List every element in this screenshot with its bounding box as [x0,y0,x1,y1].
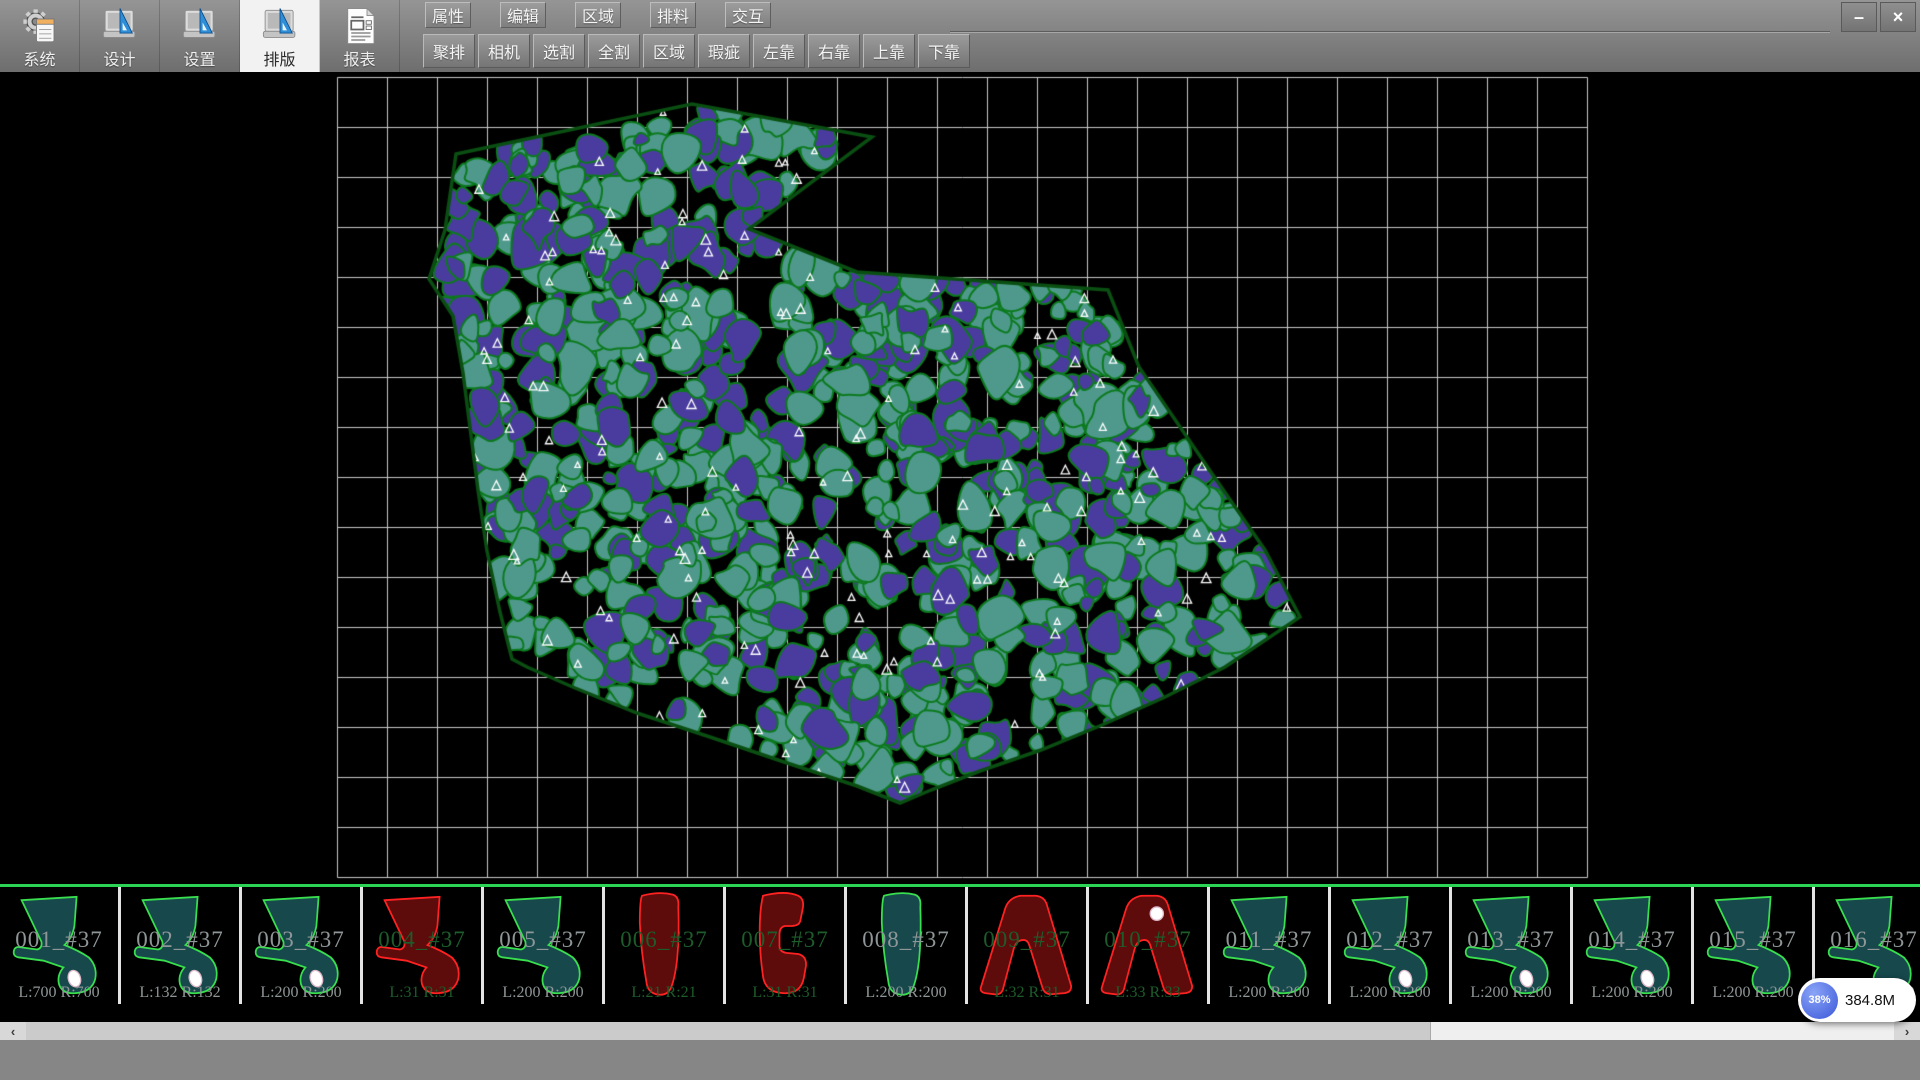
piece-name: 016_#37 [1815,927,1920,953]
piece-thumbnail[interactable]: 007_#37 L:31 R:31 [726,887,847,1004]
nav-tab-label: 系统 [23,46,55,70]
menu-bar: 属性 编辑 区域 排料 交互 [425,2,800,30]
strip-bottom-gap [0,1004,1920,1022]
nesting-canvas[interactable] [0,72,1920,884]
piece-stats: L:200 R:200 [1210,984,1328,1002]
tool-camera[interactable]: 相机 [478,34,530,68]
tool-snap-right[interactable]: 右靠 [808,34,860,68]
piece-stats: L:200 R:200 [1331,984,1449,1002]
piece-thumbnail[interactable]: 014_#37 L:200 R:200 [1573,887,1694,1004]
piece-name: 010_#37 [1089,927,1207,953]
thumbnail-scrollbar[interactable]: ‹ › [0,1022,1920,1040]
piece-stats: L:31 R:31 [726,984,844,1002]
piece-stats: L:200 R:200 [1573,984,1691,1002]
piece-name: 001_#37 [0,927,118,953]
header-groove [950,31,1830,32]
nav-tabs: 系统 设计 设置 排版 报表 [0,0,400,72]
piece-stats: L:31 R:31 [363,984,481,1002]
piece-stats: L:700 R:700 [0,984,118,1002]
piece-stats: L:21 R:21 [605,984,723,1002]
memory-badge[interactable]: 38% 384.8M [1798,978,1916,1022]
piece-thumbnail[interactable]: 002_#37 L:132 R:132 [121,887,242,1004]
memory-value: 384.8M [1845,992,1895,1009]
piece-name: 004_#37 [363,927,481,953]
piece-stats: L:200 R:200 [1452,984,1570,1002]
nav-tab-design[interactable]: 设计 [80,0,160,72]
scroll-right-button[interactable]: › [1894,1022,1920,1040]
menu-region[interactable]: 区域 [575,2,621,28]
piece-name: 015_#37 [1694,927,1812,953]
taskbar [0,1040,1920,1080]
tool-snap-left[interactable]: 左靠 [753,34,805,68]
piece-thumbnail[interactable]: 012_#37 L:200 R:200 [1331,887,1452,1004]
menu-interact[interactable]: 交互 [725,2,771,28]
minimize-button[interactable]: – [1841,2,1877,32]
nav-tab-label: 排版 [263,46,295,70]
piece-stats: L:132 R:132 [121,984,239,1002]
window-controls: – × [1841,2,1916,32]
piece-thumbnail[interactable]: 001_#37 L:700 R:700 [0,887,121,1004]
tool-cut-all[interactable]: 全割 [588,34,640,68]
piece-thumbnail[interactable]: 015_#37 L:200 R:200 [1694,887,1815,1004]
piece-name: 008_#37 [847,927,965,953]
piece-stats: L:200 R:200 [1694,984,1812,1002]
nav-tab-report[interactable]: 报表 [320,0,400,72]
app-window: 系统设计设置排版报表 属性编辑区域排料交互 聚排相机选割全割区域瑕疵左靠右靠上靠… [0,0,1920,1080]
close-button[interactable]: × [1880,2,1916,32]
nav-tab-label: 设计 [103,46,135,70]
piece-thumbnail[interactable]: 003_#37 L:200 R:200 [242,887,363,1004]
piece-thumbnail[interactable]: 005_#37 L:200 R:200 [484,887,605,1004]
tool-bar: 聚排相机选割全割区域瑕疵左靠右靠上靠下靠 [423,34,973,68]
piece-stats: L:32 R:31 [968,984,1086,1002]
piece-stats: L:200 R:200 [242,984,360,1002]
piece-name: 013_#37 [1452,927,1570,953]
piece-thumbnail[interactable]: 008_#37 L:200 R:200 [847,887,968,1004]
piece-thumbnail[interactable]: 013_#37 L:200 R:200 [1452,887,1573,1004]
piece-name: 003_#37 [242,927,360,953]
piece-stats: L:33 R:33 [1089,984,1207,1002]
piece-name: 009_#37 [968,927,1086,953]
piece-stats: L:200 R:200 [484,984,602,1002]
piece-name: 002_#37 [121,927,239,953]
piece-name: 012_#37 [1331,927,1449,953]
menu-edit[interactable]: 编辑 [500,2,546,28]
tool-select-cut[interactable]: 选割 [533,34,585,68]
piece-thumbnail[interactable]: 006_#37 L:21 R:21 [605,887,726,1004]
menu-attributes[interactable]: 属性 [425,2,471,28]
piece-name: 011_#37 [1210,927,1328,953]
nav-tab-system[interactable]: 系统 [0,0,80,72]
piece-name: 006_#37 [605,927,723,953]
design-ruler-icon [99,5,141,47]
nav-tab-settings[interactable]: 设置 [160,0,240,72]
piece-thumbnail-strip: 001_#37L:700 R:700002_#37L:132 R:132003_… [0,884,1920,1004]
design-ruler-icon [179,5,221,47]
cpu-percent-badge: 38% [1801,982,1838,1019]
piece-name: 014_#37 [1573,927,1691,953]
tool-cluster-nest[interactable]: 聚排 [423,34,475,68]
menu-nesting[interactable]: 排料 [650,2,696,28]
nav-tab-layout[interactable]: 排版 [240,0,320,72]
header-toolbar: 系统设计设置排版报表 属性编辑区域排料交互 聚排相机选割全割区域瑕疵左靠右靠上靠… [0,0,1920,73]
tool-snap-top[interactable]: 上靠 [863,34,915,68]
piece-thumbnail[interactable]: 011_#37 L:200 R:200 [1210,887,1331,1004]
tool-defect[interactable]: 瑕疵 [698,34,750,68]
piece-name: 007_#37 [726,927,844,953]
tool-region[interactable]: 区域 [643,34,695,68]
report-document-icon [339,5,381,47]
piece-thumbnail[interactable]: 004_#37 L:31 R:31 [363,887,484,1004]
nav-tab-label: 设置 [183,46,215,70]
piece-thumbnail[interactable]: 009_#37 L:32 R:31 [968,887,1089,1004]
design-ruler-icon [259,5,301,47]
gear-icon [19,5,61,47]
piece-thumbnail[interactable]: 010_#37 L:33 R:33 [1089,887,1210,1004]
scroll-left-button[interactable]: ‹ [0,1022,26,1040]
scrollbar-thumb[interactable] [26,1022,1431,1040]
piece-name: 005_#37 [484,927,602,953]
nav-tab-label: 报表 [343,46,375,70]
piece-stats: L:200 R:200 [847,984,965,1002]
tool-snap-bottom[interactable]: 下靠 [918,34,970,68]
piece-thumbnail-list: 001_#37L:700 R:700002_#37L:132 R:132003_… [0,887,1920,1004]
